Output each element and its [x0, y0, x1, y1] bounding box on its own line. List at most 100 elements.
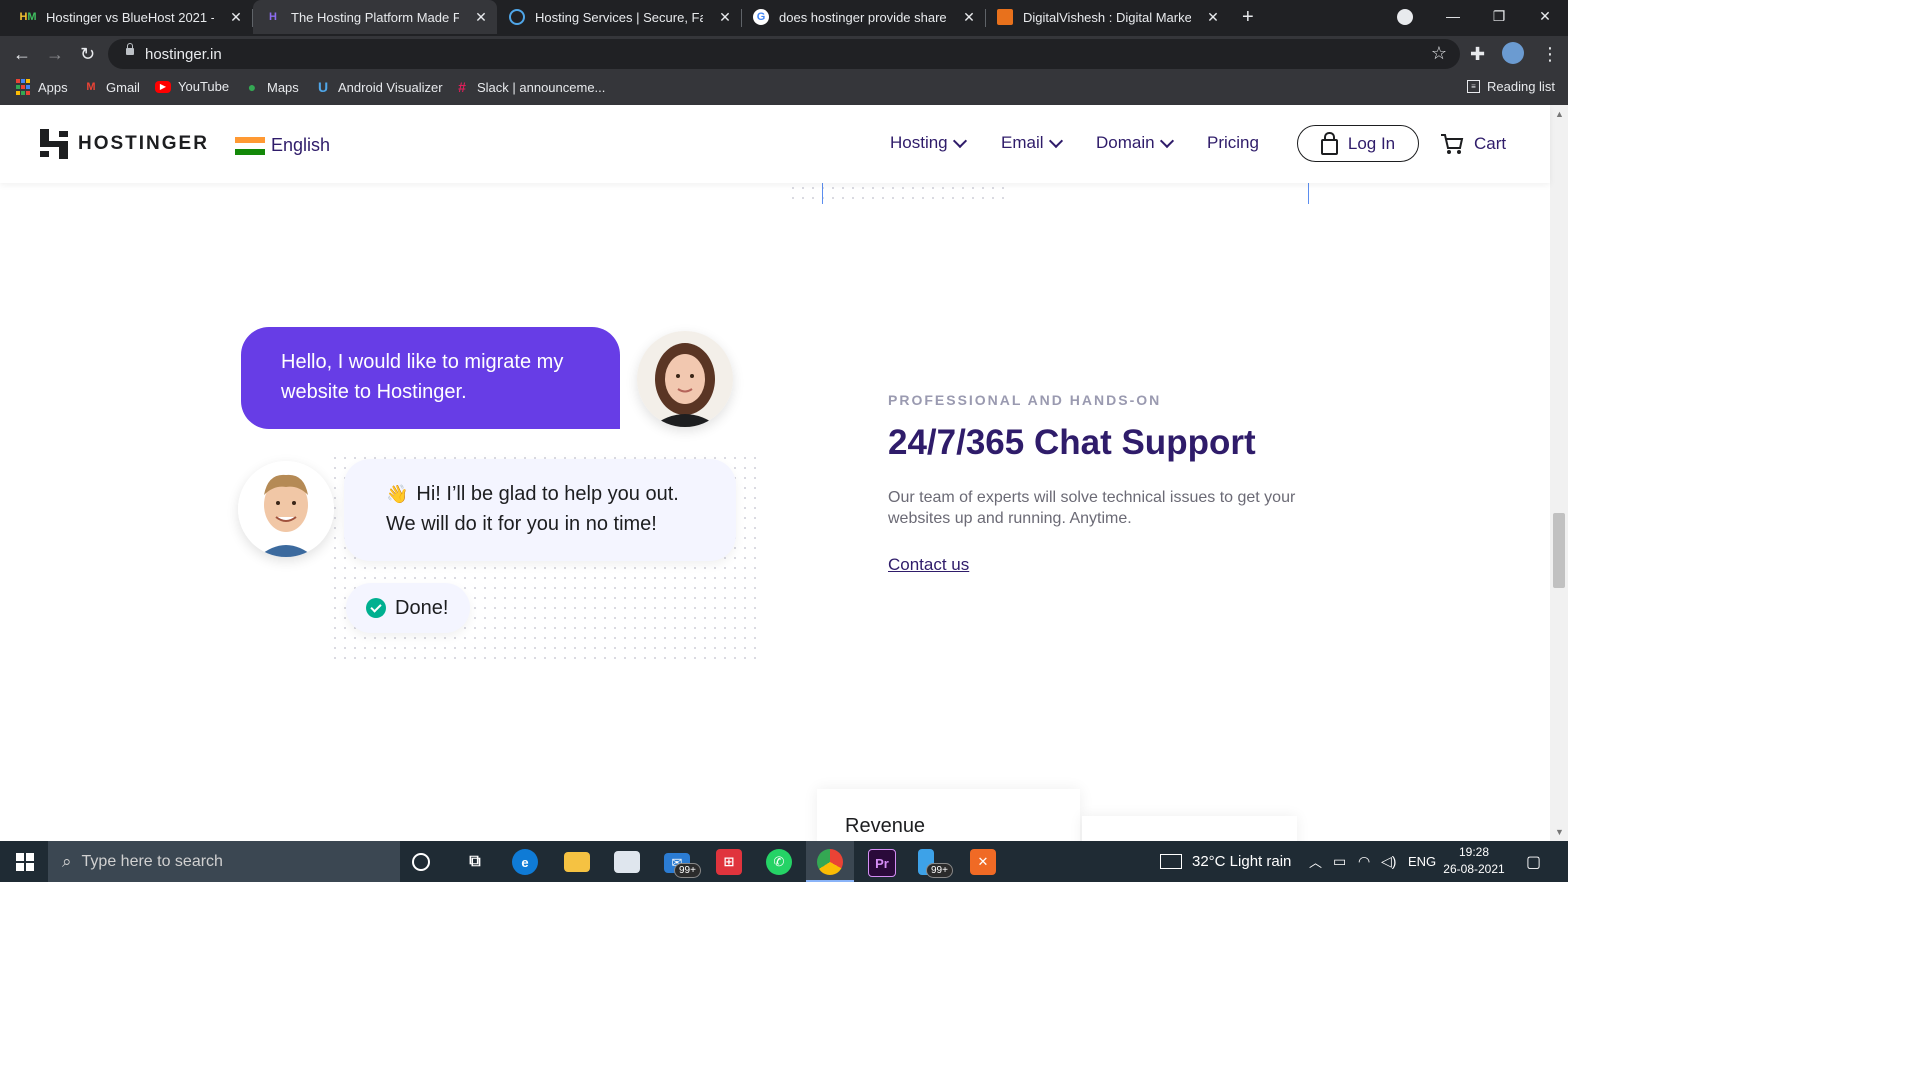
new-tab-plus-icon[interactable]: + — [1242, 6, 1254, 29]
volume-icon[interactable]: ◁) — [1381, 841, 1396, 882]
done-status-bubble: Done! — [346, 583, 470, 633]
scroll-up-arrow-icon[interactable]: ▲ — [1555, 109, 1564, 119]
customer-avatar — [238, 461, 334, 557]
show-hidden-icons-icon[interactable]: ︿ — [1309, 841, 1322, 882]
taskbar-active-app[interactable] — [806, 841, 854, 882]
android-visualizer-icon: U — [317, 79, 329, 95]
browser-tab-active[interactable]: H The Hosting Platform Made For Y ✕ — [253, 0, 497, 34]
gmail-icon: M — [86, 81, 96, 93]
task-view-icon[interactable]: ⧉ — [462, 849, 488, 875]
store-icon[interactable] — [614, 851, 640, 873]
input-language[interactable]: ENG — [1408, 841, 1436, 882]
check-circle-icon — [366, 598, 386, 618]
wifi-icon[interactable]: ◠ — [1358, 841, 1370, 882]
login-button[interactable]: Log In — [1297, 125, 1419, 162]
bookmark-gmail[interactable]: M Gmail — [83, 79, 140, 95]
browser-toolbar: ← → ↻ hostinger.in ☆ ✚ ⋮ — [0, 36, 1568, 72]
nav-email[interactable]: Email — [1001, 133, 1063, 153]
lock-icon — [126, 43, 134, 55]
battery-icon[interactable]: ▭ — [1333, 841, 1346, 882]
close-tab-icon[interactable]: ✕ — [228, 9, 244, 26]
chevron-down-icon — [952, 133, 967, 148]
decorative-line — [822, 183, 823, 204]
language-selector[interactable]: English — [235, 135, 330, 156]
forward-arrow-icon[interactable]: → — [46, 44, 64, 65]
hostinger-icon: H — [269, 11, 277, 23]
weather-widget[interactable]: 32°C Light rain — [1160, 841, 1291, 882]
agent-chat-bubble: 👋 Hi! I’ll be glad to help you out. We wi… — [344, 459, 736, 561]
apps-grid-icon — [15, 79, 31, 95]
reading-list-icon: ≡ — [1467, 80, 1480, 93]
window-controls: — ❐ ✕ — [1430, 0, 1568, 32]
close-tab-icon[interactable]: ✕ — [1205, 9, 1221, 26]
taskbar-search-box[interactable]: ⌕ Type here to search — [48, 841, 400, 882]
premiere-icon[interactable]: Pr — [868, 849, 896, 877]
bookmark-star-icon[interactable]: ☆ — [1431, 43, 1447, 64]
bookmark-apps[interactable]: Apps — [15, 79, 68, 95]
phone-badge: 99+ — [926, 863, 953, 878]
slack-icon: # — [458, 79, 466, 95]
whatsapp-icon[interactable]: ✆ — [766, 849, 792, 875]
nav-hosting[interactable]: Hosting — [890, 133, 967, 153]
back-arrow-icon[interactable]: ← — [13, 44, 31, 65]
digitalvishesh-icon — [997, 9, 1013, 25]
cart-icon — [1441, 134, 1464, 154]
extensions-puzzle-icon[interactable]: ✚ — [1470, 44, 1485, 65]
section-headline: 24/7/365 Chat Support — [888, 423, 1256, 462]
nav-pricing[interactable]: Pricing — [1207, 133, 1259, 153]
edge-icon[interactable]: e — [512, 849, 538, 875]
cortana-icon[interactable] — [412, 853, 430, 871]
windows-taskbar: ⌕ Type here to search ⧉ e ✉ 99+ ⊞ ✆ Pr 9… — [0, 841, 1568, 882]
close-tab-icon[interactable]: ✕ — [473, 9, 489, 26]
browser-tab[interactable]: G does hostinger provide shared ho ✕ — [741, 0, 985, 34]
close-tab-icon[interactable]: ✕ — [717, 9, 733, 26]
stats-card — [1082, 816, 1297, 841]
browser-tab[interactable]: HM Hostinger vs BlueHost 2021 - Wh ✕ — [8, 0, 252, 34]
hostinger-logo-icon — [40, 129, 68, 159]
profile-avatar-icon[interactable] — [1502, 42, 1524, 64]
reading-list-button[interactable]: ≡ Reading list — [1467, 79, 1555, 94]
file-explorer-icon[interactable] — [564, 852, 590, 872]
chrome-menu-icon[interactable]: ⋮ — [1541, 44, 1559, 65]
url-text[interactable]: hostinger.in — [145, 46, 222, 63]
page-scrollbar[interactable]: ▲ ▼ — [1550, 105, 1568, 841]
tab-search-icon[interactable] — [1397, 9, 1413, 25]
bookmark-android-visualizer[interactable]: U Android Visualizer — [315, 79, 443, 95]
address-bar[interactable]: hostinger.in ☆ — [108, 39, 1460, 69]
minimize-icon[interactable]: — — [1430, 0, 1476, 32]
windows-start-icon[interactable] — [16, 853, 34, 871]
browser-tab[interactable]: DigitalVishesh : Digital Marketing ✕ — [985, 0, 1229, 34]
scroll-down-arrow-icon[interactable]: ▼ — [1555, 827, 1564, 837]
gift-icon[interactable]: ⊞ — [716, 849, 742, 875]
revenue-card: Revenue — [817, 789, 1080, 841]
section-description: Our team of experts will solve technical… — [888, 489, 1296, 527]
taskbar-clock[interactable]: 19:28 26-08-2021 — [1441, 844, 1507, 878]
mail-badge: 99+ — [674, 863, 701, 878]
cart-button[interactable]: Cart — [1440, 133, 1506, 155]
bookmark-maps[interactable]: ● Maps — [244, 79, 299, 95]
bookmark-youtube[interactable]: ▶ YouTube — [155, 79, 229, 94]
decorative-line — [1308, 183, 1309, 204]
site-header: HOSTINGER English Hosting Email Domain P… — [0, 105, 1550, 183]
scrollbar-thumb[interactable] — [1553, 513, 1565, 588]
notifications-icon[interactable]: ▢ — [1526, 841, 1541, 882]
restore-icon[interactable]: ❐ — [1476, 0, 1522, 32]
bookmark-slack[interactable]: # Slack | announceme... — [454, 79, 605, 95]
hostinger-logo[interactable]: HOSTINGER — [40, 129, 209, 159]
chevron-down-icon — [1159, 133, 1174, 148]
reload-icon[interactable]: ↻ — [80, 44, 95, 65]
contact-us-link[interactable]: Contact us — [888, 555, 969, 575]
hosting-icon — [509, 9, 525, 25]
user-chat-bubble: Hello, I would like to migrate my websit… — [241, 327, 620, 429]
close-window-icon[interactable]: ✕ — [1522, 0, 1568, 32]
section-eyebrow: PROFESSIONAL AND HANDS-ON — [888, 392, 1162, 408]
weather-icon — [1160, 854, 1182, 869]
search-icon: ⌕ — [62, 851, 72, 871]
close-tab-icon[interactable]: ✕ — [961, 9, 977, 26]
chevron-down-icon — [1048, 133, 1063, 148]
browser-tab[interactable]: Hosting Services | Secure, Fast an ✕ — [497, 0, 741, 34]
browser-tab-strip: HM Hostinger vs BlueHost 2021 - Wh ✕ H T… — [0, 0, 1568, 36]
xampp-icon[interactable]: ✕ — [970, 849, 996, 875]
nav-domain[interactable]: Domain — [1096, 133, 1174, 153]
bookmarks-bar: Apps M Gmail ▶ YouTube ● Maps U Android … — [0, 72, 1568, 106]
